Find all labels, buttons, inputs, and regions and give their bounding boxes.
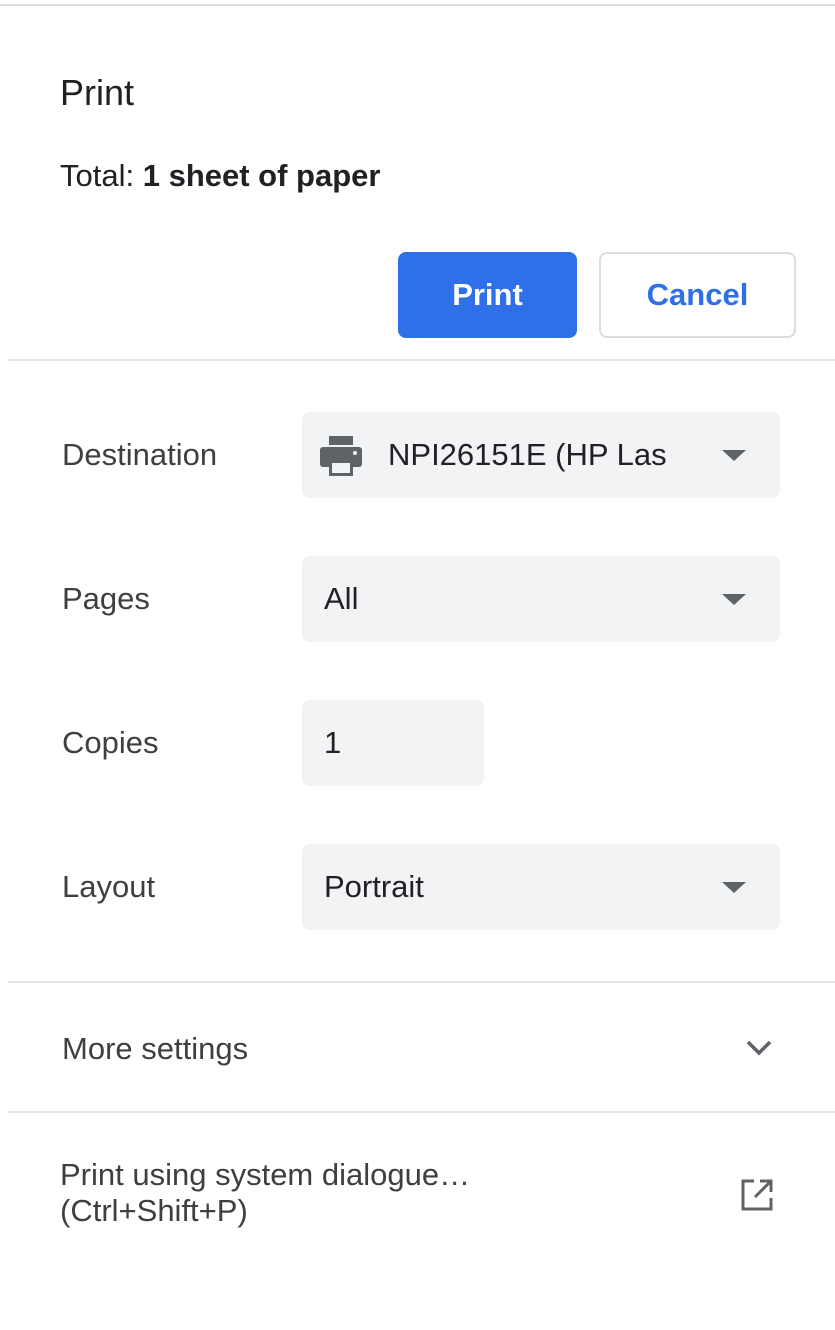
caret-down-icon [722,450,746,461]
pages-value: All [324,581,359,616]
print-button[interactable]: Print [398,252,577,338]
layout-select[interactable]: Portrait [302,844,780,930]
copies-value: 1 [324,725,342,760]
system-dialog-shortcut: (Ctrl+Shift+P) [60,1193,248,1228]
pages-label: Pages [62,581,150,616]
system-dialog-link[interactable]: Print using system dialogue… (Ctrl+Shift… [60,1157,470,1229]
divider [8,1111,835,1113]
copies-input[interactable]: 1 [302,700,484,786]
divider [8,981,835,983]
summary-value: 1 sheet of paper [142,158,381,193]
print-panel: Print Total: 1 sheet of paper Print Canc… [0,0,835,1330]
caret-down-icon [722,882,746,893]
open-in-new-icon[interactable] [739,1177,775,1213]
copies-label: Copies [62,725,159,760]
printer-icon [320,436,362,476]
layout-label: Layout [62,869,156,904]
destination-value: NPI26151E (HP Las [388,437,667,472]
chevron-down-icon[interactable] [744,1036,774,1060]
summary-prefix: Total: [60,158,143,193]
layout-value: Portrait [324,869,424,904]
page-title: Print [60,72,135,113]
divider [8,359,835,361]
caret-down-icon [722,594,746,605]
more-settings-toggle[interactable]: More settings [62,1031,248,1067]
system-dialog-label: Print using system dialogue… [60,1157,471,1192]
cancel-button[interactable]: Cancel [599,252,796,338]
destination-select[interactable]: NPI26151E (HP Las [302,412,780,498]
sheet-summary: Total: 1 sheet of paper [60,158,380,194]
pages-select[interactable]: All [302,556,780,642]
top-border [0,4,835,6]
destination-label: Destination [62,437,218,472]
